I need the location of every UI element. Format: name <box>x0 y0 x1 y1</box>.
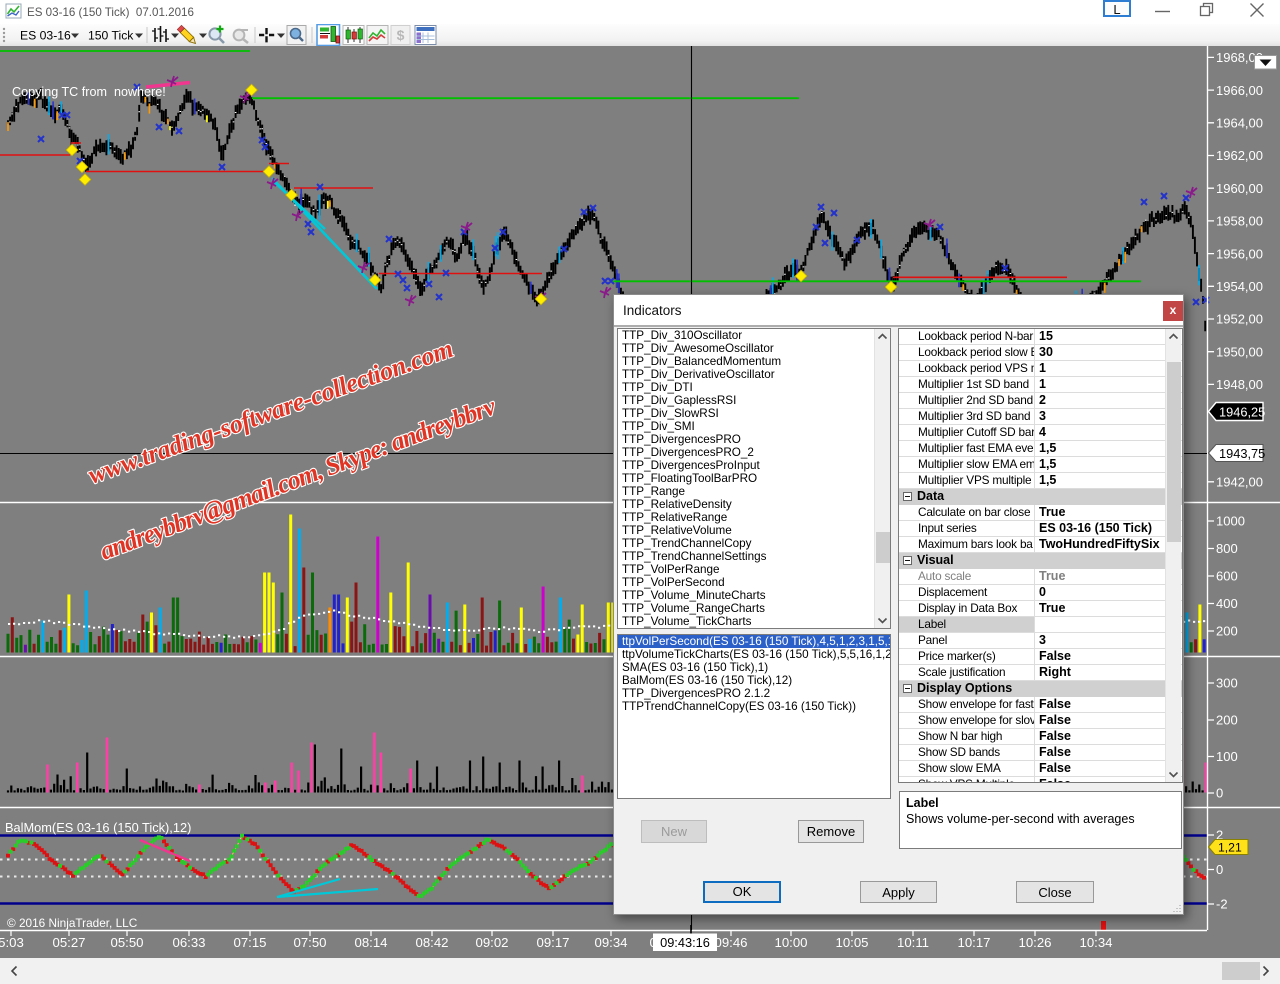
svg-text:Copying TC from nowhere!: Copying TC from nowhere! <box>12 85 166 99</box>
svg-text:1942,00: 1942,00 <box>1216 475 1263 490</box>
svg-text:150 Tick: 150 Tick <box>88 29 134 43</box>
svg-text:09:17: 09:17 <box>536 935 569 950</box>
svg-text:08:14: 08:14 <box>354 935 387 950</box>
svg-text:1950,00: 1950,00 <box>1216 344 1263 359</box>
svg-text:-2: -2 <box>1216 897 1228 912</box>
svg-text:100: 100 <box>1216 749 1238 764</box>
svg-text:09:02: 09:02 <box>475 935 508 950</box>
svg-text:1960,00: 1960,00 <box>1216 181 1263 196</box>
svg-text:1958,00: 1958,00 <box>1216 214 1263 229</box>
svg-text:$: $ <box>397 27 405 43</box>
svg-text:10:05: 10:05 <box>835 935 868 950</box>
svg-text:1966,00: 1966,00 <box>1216 83 1263 98</box>
svg-text:1948,00: 1948,00 <box>1216 377 1263 392</box>
svg-text:0: 0 <box>1216 862 1223 877</box>
svg-text:1943,75: 1943,75 <box>1219 446 1265 461</box>
svg-text:BalMom(ES 03-16 (150 Tick),12): BalMom(ES 03-16 (150 Tick),12) <box>5 820 191 835</box>
svg-text:400: 400 <box>1216 596 1238 611</box>
svg-text:1,21: 1,21 <box>1218 841 1242 855</box>
svg-text:0: 0 <box>1216 786 1223 801</box>
svg-text:1952,00: 1952,00 <box>1216 312 1263 327</box>
svg-text:200: 200 <box>1216 713 1238 728</box>
svg-text:09:46: 09:46 <box>714 935 747 950</box>
svg-text:600: 600 <box>1216 569 1238 584</box>
svg-text:800: 800 <box>1216 541 1238 556</box>
svg-text:1962,00: 1962,00 <box>1216 148 1263 163</box>
svg-text:09:34: 09:34 <box>594 935 627 950</box>
svg-text:1954,00: 1954,00 <box>1216 279 1263 294</box>
svg-text:1000: 1000 <box>1216 514 1245 529</box>
svg-text:5:03: 5:03 <box>0 935 24 950</box>
svg-text:10:26: 10:26 <box>1018 935 1051 950</box>
svg-text:09:43:16: 09:43:16 <box>660 935 710 950</box>
svg-text:05:27: 05:27 <box>52 935 85 950</box>
svg-text:10:11: 10:11 <box>897 935 929 950</box>
svg-text:07:15: 07:15 <box>233 935 266 950</box>
svg-text:© 2016 NinjaTrader, LLC: © 2016 NinjaTrader, LLC <box>7 916 138 930</box>
svg-text:1964,00: 1964,00 <box>1216 116 1263 131</box>
svg-text:300: 300 <box>1216 676 1238 691</box>
svg-text:10:34: 10:34 <box>1079 935 1112 950</box>
svg-text:07:50: 07:50 <box>293 935 326 950</box>
svg-text:08:42: 08:42 <box>415 935 448 950</box>
svg-text:200: 200 <box>1216 624 1238 639</box>
svg-text:1956,00: 1956,00 <box>1216 246 1263 261</box>
svg-text:06:33: 06:33 <box>172 935 205 950</box>
svg-text:ES 03-16: ES 03-16 <box>20 29 71 43</box>
svg-text:1946,25: 1946,25 <box>1219 405 1265 420</box>
svg-text:10:17: 10:17 <box>957 935 990 950</box>
svg-text:05:50: 05:50 <box>110 935 143 950</box>
svg-text:10:00: 10:00 <box>774 935 807 950</box>
